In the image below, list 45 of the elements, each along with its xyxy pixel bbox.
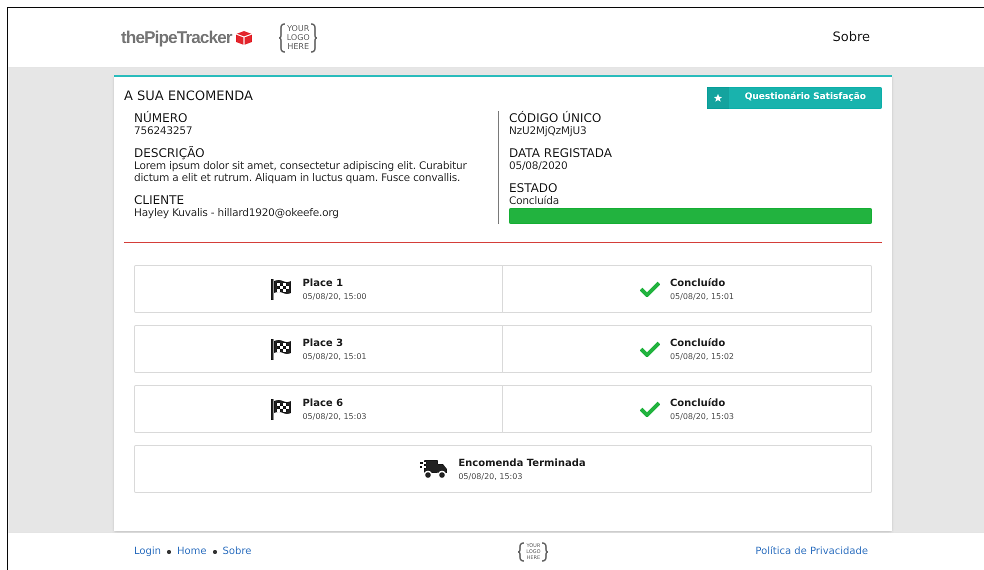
check-icon — [640, 341, 660, 357]
checkered-flag-icon — [270, 338, 292, 360]
field-value: Hayley Kuvalis - hillard1920@okeefe.org — [134, 207, 340, 219]
step-title: Concluído — [670, 336, 726, 350]
field-label: DESCRIÇÃO — [134, 146, 206, 160]
step-title: Encomenda Terminada — [458, 456, 586, 470]
survey-button[interactable]: Questionário Satisfação — [706, 87, 882, 109]
field-value: 05/08/2020 — [509, 160, 569, 172]
check-icon — [640, 401, 660, 417]
field-label: ESTADO — [509, 181, 558, 195]
step-time: 05/08/20, 15:03 — [302, 410, 367, 422]
field-label: CÓDIGO ÚNICO — [509, 111, 602, 125]
step-time: 05/08/20, 15:03 — [458, 470, 524, 482]
footer-link[interactable]: Home — [176, 544, 207, 559]
nav-link[interactable]: Sobre — [832, 28, 870, 48]
field-value: NzU2MjQzMjU3 — [509, 125, 588, 137]
step-title: Place 1 — [302, 276, 344, 290]
field-label: CLIENTE — [134, 193, 186, 207]
card-title: A SUA ENCOMENDA — [124, 88, 253, 106]
delivery-truck-icon — [420, 458, 448, 480]
privacy-link[interactable]: Política de Privacidade — [755, 544, 868, 559]
bullet-icon — [166, 550, 171, 554]
step-time: 05/08/20, 15:00 — [302, 290, 367, 302]
footer-link[interactable]: Sobre — [222, 544, 252, 559]
brand-logo: thePipeTracker — [121, 24, 253, 50]
field-label: NÚMERO — [134, 111, 188, 125]
step-title: Concluído — [670, 396, 726, 410]
placeholder-logo: YOUR LOGO HERE — [278, 22, 318, 52]
field-value: 756243257 — [134, 125, 194, 137]
checkered-flag-icon — [270, 278, 292, 300]
check-icon — [640, 281, 660, 297]
footer-link[interactable]: Login — [134, 544, 161, 559]
field-label: DATA REGISTADA — [509, 146, 613, 160]
bullet-icon — [212, 550, 217, 554]
star-icon — [712, 93, 723, 103]
step-title: Concluído — [670, 276, 726, 290]
step-time: 05/08/20, 15:03 — [670, 410, 734, 422]
checkered-flag-icon — [270, 398, 292, 420]
step-time: 05/08/20, 15:01 — [302, 350, 367, 362]
field-value: Concluída — [509, 195, 560, 207]
step-title: Place 6 — [302, 396, 344, 410]
step-time: 05/08/20, 15:01 — [670, 290, 734, 302]
field-value: Lorem ipsum dolor sit amet, consectetur adipiscing elit. Curabitur dictum a elit et rutrum. Aliquam in luctus quam. Fusce convallis. — [134, 160, 468, 184]
step-time: 05/08/20, 15:02 — [670, 350, 734, 362]
step-title: Place 3 — [302, 336, 344, 350]
